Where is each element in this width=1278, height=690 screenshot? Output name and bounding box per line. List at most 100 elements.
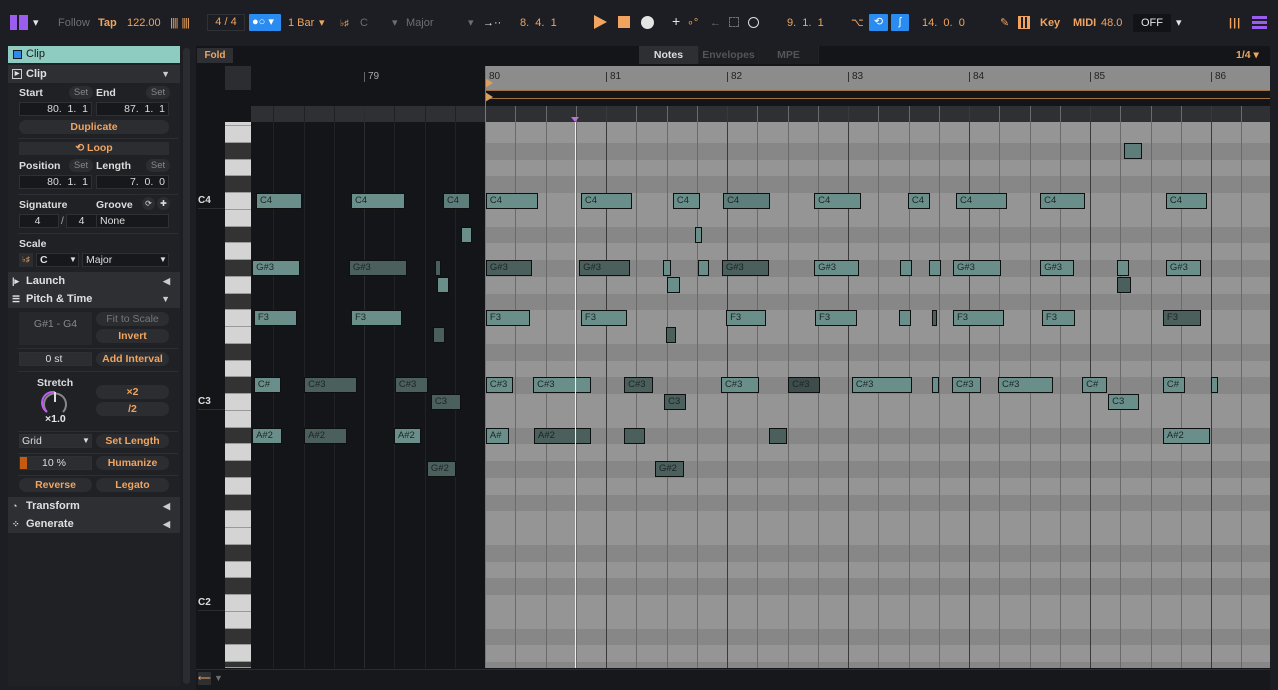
- playhead-marker-icon[interactable]: [571, 117, 580, 122]
- midi-note[interactable]: [667, 276, 681, 293]
- output-dropdown[interactable]: OFF: [1133, 14, 1171, 32]
- invert-button[interactable]: Invert: [96, 329, 169, 343]
- midi-map-button[interactable]: MIDI: [1073, 16, 1096, 30]
- piano-key-white[interactable]: [225, 360, 251, 378]
- midi-note[interactable]: [769, 427, 788, 444]
- midi-note[interactable]: A#2: [393, 427, 421, 444]
- piano-key-white[interactable]: [225, 444, 251, 461]
- scale-mode-chevron-icon[interactable]: ▾: [468, 16, 474, 30]
- set-length-button[interactable]: Set Length: [96, 434, 169, 448]
- piano-key-black[interactable]: [225, 377, 251, 394]
- time-signature-field[interactable]: 4 / 4: [207, 14, 245, 31]
- groove-commit-icon[interactable]: ✚: [157, 197, 170, 210]
- piano-key-black[interactable]: [225, 260, 251, 277]
- midi-note[interactable]: G#3: [579, 260, 631, 276]
- legato-button[interactable]: Legato: [96, 478, 169, 492]
- piano-key-black[interactable]: [225, 226, 251, 244]
- piano-key-black[interactable]: [225, 343, 251, 361]
- midi-note[interactable]: C4: [672, 193, 700, 209]
- arrangement-view-icon[interactable]: |||: [1229, 16, 1241, 30]
- midi-note[interactable]: G#3: [348, 260, 407, 276]
- collapse-icon[interactable]: ▼: [161, 290, 170, 308]
- midi-note[interactable]: C#3: [952, 377, 982, 394]
- end-field[interactable]: 87. 1. 1: [96, 102, 169, 116]
- tempo-field[interactable]: 122.00: [127, 16, 161, 30]
- midi-note[interactable]: C4: [442, 193, 470, 209]
- midi-note[interactable]: [432, 327, 446, 343]
- loop-start-field[interactable]: 9. 1. 1: [787, 16, 824, 30]
- midi-note[interactable]: C4: [1040, 193, 1086, 209]
- quantize-chevron-icon[interactable]: ▾: [319, 16, 325, 30]
- clip-name[interactable]: Clip: [26, 48, 45, 60]
- midi-note[interactable]: C#: [1162, 377, 1185, 394]
- midi-note[interactable]: C3: [430, 394, 461, 410]
- piano-key-white[interactable]: [225, 243, 251, 260]
- midi-note[interactable]: [436, 276, 449, 293]
- piano-key-white[interactable]: [225, 193, 251, 210]
- midi-note[interactable]: G#3: [1040, 260, 1074, 276]
- follow-arrow-icon[interactable]: →··: [483, 16, 501, 30]
- scale-root-dropdown[interactable]: C: [360, 16, 368, 30]
- piano-key-black[interactable]: [225, 142, 251, 160]
- pitch-time-section-header[interactable]: ☰ Pitch & Time ▼: [8, 290, 180, 308]
- scale-root-chevron-icon[interactable]: ▾: [392, 16, 398, 30]
- start-field[interactable]: 80. 1. 1: [19, 102, 92, 116]
- midi-note[interactable]: G#3: [252, 260, 301, 276]
- loop-toggle[interactable]: ⟲: [869, 14, 888, 31]
- midi-note[interactable]: C#3: [533, 377, 592, 394]
- midi-note[interactable]: C4: [907, 193, 930, 209]
- footer-chevron-icon[interactable]: ▼: [214, 673, 223, 683]
- midi-note[interactable]: G#3: [814, 260, 860, 276]
- midi-note[interactable]: F3: [726, 310, 766, 327]
- midi-note[interactable]: A#: [485, 427, 509, 444]
- piano-key-white[interactable]: [225, 327, 251, 344]
- loop-brace[interactable]: [485, 90, 1270, 99]
- metronome-toggle[interactable]: ●○ ▾: [249, 14, 281, 31]
- automation-arm-icon[interactable]: ∘°: [687, 16, 698, 30]
- midi-note[interactable]: C3: [1108, 394, 1139, 410]
- midi-note[interactable]: F3: [580, 310, 627, 327]
- transform-section-header[interactable]: ◔ Transform ◀: [8, 497, 180, 515]
- midi-note[interactable]: [1123, 142, 1143, 159]
- midi-note[interactable]: C#: [1082, 377, 1108, 394]
- scale-accidental-icon[interactable]: ♭♯: [340, 16, 349, 30]
- piano-key-white[interactable]: [225, 209, 251, 227]
- signature-numerator[interactable]: 4: [19, 214, 59, 228]
- midi-note[interactable]: F3: [815, 310, 858, 327]
- midi-note[interactable]: C4: [1165, 193, 1208, 209]
- midi-note[interactable]: G#3: [721, 260, 769, 276]
- piano-key-white[interactable]: [225, 159, 251, 177]
- midi-note[interactable]: [900, 260, 913, 276]
- piano-key-white[interactable]: [225, 394, 251, 411]
- loop-length-field[interactable]: 14. 0. 0: [922, 16, 965, 30]
- groove-pool-icon[interactable]: ⟳: [142, 197, 155, 210]
- midi-note[interactable]: C4: [256, 193, 302, 209]
- midi-note[interactable]: C4: [580, 193, 632, 209]
- key-map-button[interactable]: Key: [1040, 16, 1060, 30]
- midi-note[interactable]: [665, 327, 676, 343]
- midi-note[interactable]: G#2: [426, 461, 456, 477]
- piano-key-white[interactable]: [225, 611, 251, 629]
- midi-note[interactable]: G#2: [655, 461, 685, 477]
- arrangement-position-field[interactable]: 8. 4. 1: [520, 16, 557, 30]
- midi-note[interactable]: C#3: [851, 377, 912, 394]
- back-to-arrangement-icon[interactable]: ←: [710, 16, 721, 30]
- panel-scrollbar[interactable]: [183, 48, 190, 684]
- midi-note[interactable]: [1211, 377, 1218, 394]
- midi-note[interactable]: A#2: [534, 427, 591, 444]
- midi-note[interactable]: C#3: [720, 377, 760, 394]
- length-field[interactable]: 7. 0. 0: [96, 175, 169, 189]
- clip-color-swatch[interactable]: [13, 50, 22, 59]
- midi-note[interactable]: [697, 260, 709, 276]
- record-icon[interactable]: [641, 16, 654, 29]
- end-set-button[interactable]: Set: [146, 86, 170, 99]
- view-toggle-icon[interactable]: [10, 15, 28, 30]
- half-button[interactable]: /2: [96, 402, 169, 416]
- tap-tempo-button[interactable]: Tap: [98, 16, 117, 30]
- length-set-button[interactable]: Set: [146, 159, 170, 172]
- midi-note[interactable]: F3: [485, 310, 530, 327]
- scale-mode-dropdown[interactable]: Major: [82, 253, 169, 267]
- piano-key-white[interactable]: [225, 511, 251, 528]
- piano-key-white[interactable]: [225, 126, 251, 143]
- midi-note[interactable]: [1116, 260, 1130, 276]
